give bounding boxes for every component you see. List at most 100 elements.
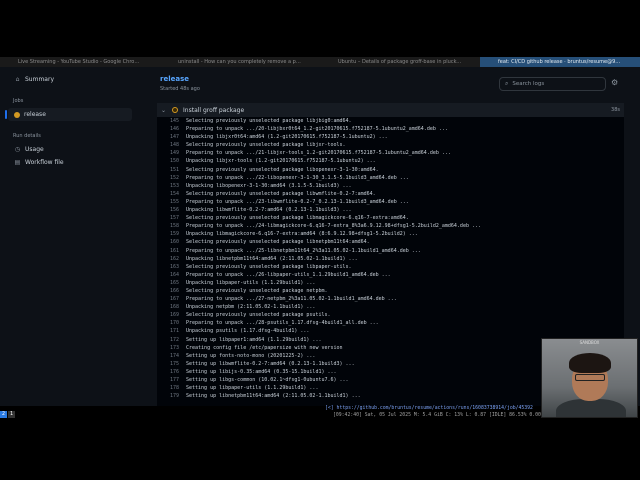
sidebar-item-release-job[interactable]: release bbox=[5, 108, 132, 121]
log-line-text: Unpacking libnetpbm11t64:amd64 (2:11.05.… bbox=[186, 255, 358, 262]
log-line-text: Setting up libijs-0.35:amd64 (0.35-15.1b… bbox=[186, 368, 337, 375]
running-icon bbox=[172, 107, 179, 113]
jobs-heading: Jobs bbox=[13, 98, 24, 104]
log-line: 149 Preparing to unpack .../21-libjxr-too… bbox=[157, 149, 624, 157]
webcam-label: SANDBOX bbox=[579, 340, 600, 345]
log-line-text: Selecting previously unselected package … bbox=[186, 239, 370, 246]
log-line-text: Preparing to unpack .../24-libmagickcore… bbox=[186, 223, 482, 230]
sidebar-item-label: Usage bbox=[25, 146, 44, 153]
step-title: Install groff package bbox=[183, 106, 245, 114]
log-line-text: Unpacking libjxr-tools (1.2-git20170615.… bbox=[186, 158, 376, 165]
log-line-number[interactable]: 150 bbox=[157, 157, 179, 165]
log-line-number[interactable]: 169 bbox=[157, 311, 179, 319]
log-line: 158 Preparing to unpack .../24-libmagickc… bbox=[157, 222, 624, 230]
log-line-text: Preparing to unpack .../23-libwmflite-0.… bbox=[186, 198, 409, 205]
log-line: 166 Selecting previously unselected packa… bbox=[157, 287, 624, 295]
log-line-number[interactable]: 151 bbox=[157, 166, 179, 174]
home-icon: ⌂ bbox=[15, 76, 20, 83]
log-line-number[interactable]: 175 bbox=[157, 360, 179, 368]
log-line-text: Selecting previously unselected package … bbox=[186, 118, 352, 124]
log-line-number[interactable]: 148 bbox=[157, 141, 179, 149]
webcam-person-glasses bbox=[575, 374, 605, 381]
sidebar-item-summary[interactable]: ⌂ Summary bbox=[8, 73, 132, 86]
log-line: 154 Selecting previously unselected packa… bbox=[157, 190, 624, 198]
log-line: 146 Preparing to unpack .../20-libjbxr0t6… bbox=[157, 125, 624, 133]
log-line: 165 Unpacking libpaper-utils (1.1.29build… bbox=[157, 279, 624, 287]
system-status: [09:42:40] Sat, 05 Jul 2025 M: 5.4 GiB C… bbox=[333, 413, 544, 418]
log-line: 156 Unpacking libwmflite-0.2-7:amd64 (0.2… bbox=[157, 206, 624, 214]
log-line-text: Selecting previously unselected package … bbox=[186, 166, 379, 173]
search-logs-input[interactable] bbox=[512, 81, 598, 87]
gear-icon[interactable]: ⚙ bbox=[611, 78, 618, 87]
log-line-text: Unpacking libjxr0t64:amd64 (1.2-git20170… bbox=[186, 134, 388, 141]
log-line-number[interactable]: 152 bbox=[157, 174, 179, 182]
log-line: 152 Preparing to unpack .../22-libopenexr… bbox=[157, 174, 624, 182]
task-youtube-studio[interactable]: Live Streaming - YouTube Studio - Google… bbox=[0, 57, 160, 67]
log-line-number[interactable]: 155 bbox=[157, 198, 179, 206]
log-line-number[interactable]: 145 bbox=[157, 117, 179, 125]
log-line-number[interactable]: 164 bbox=[157, 271, 179, 279]
log-line-text: Selecting previously unselected package … bbox=[186, 215, 409, 222]
log-line-text: Setting up libwmflite-0.2-7:amd64 (0.2.1… bbox=[186, 360, 355, 367]
window-taskbar: Live Streaming - YouTube Studio - Google… bbox=[0, 57, 640, 67]
log-line-number[interactable]: 176 bbox=[157, 368, 179, 376]
job-header: release Started 48s ago ⌕ ⚙ bbox=[160, 75, 630, 99]
log-line-number[interactable]: 170 bbox=[157, 319, 179, 327]
log-line-number[interactable]: 167 bbox=[157, 295, 179, 303]
task-askubuntu[interactable]: uninstall - How can you completely remov… bbox=[160, 57, 320, 67]
log-line-number[interactable]: 160 bbox=[157, 238, 179, 246]
log-line-number[interactable]: 172 bbox=[157, 336, 179, 344]
log-line-number[interactable]: 154 bbox=[157, 190, 179, 198]
sidebar-item-usage[interactable]: ◷ Usage bbox=[8, 143, 132, 156]
log-line-text: Selecting previously unselected package … bbox=[186, 142, 346, 149]
log-line-number[interactable]: 171 bbox=[157, 327, 179, 335]
log-line-number[interactable]: 156 bbox=[157, 206, 179, 214]
workspace-current[interactable]: 2 bbox=[0, 411, 7, 418]
run-sidebar: ⌂ Summary Jobs release Run details ◷ Usa… bbox=[5, 73, 132, 169]
log-line-text: Setting up fonts-noto-mono (20201225-2) … bbox=[186, 352, 316, 359]
log-line-number[interactable]: 174 bbox=[157, 352, 179, 360]
log-line-number[interactable]: 166 bbox=[157, 287, 179, 295]
log-line: 160 Selecting previously unselected packa… bbox=[157, 238, 624, 246]
log-line-text: Selecting previously unselected package … bbox=[186, 287, 328, 294]
log-line-number[interactable]: 153 bbox=[157, 182, 179, 190]
log-line-number[interactable]: 157 bbox=[157, 214, 179, 222]
webcam-person-body bbox=[556, 399, 626, 417]
log-line: 151 Selecting previously unselected packa… bbox=[157, 166, 624, 174]
sidebar-item-workflow-file[interactable]: ▤ Workflow file bbox=[8, 156, 132, 169]
log-line: 168 Unpacking netpbm (2:11.05.02-1.1build… bbox=[157, 303, 624, 311]
log-line-number[interactable]: 178 bbox=[157, 384, 179, 392]
log-line: 171 Unpacking psutils (1.17.dfsg-4build1)… bbox=[157, 327, 624, 335]
log-line-number[interactable]: 147 bbox=[157, 133, 179, 141]
log-line-number[interactable]: 161 bbox=[157, 247, 179, 255]
log-line-number[interactable]: 149 bbox=[157, 149, 179, 157]
task-github-actions[interactable]: feat: CI/CD github release · bruntus/res… bbox=[480, 57, 640, 67]
log-line-number[interactable]: 162 bbox=[157, 255, 179, 263]
log-line-text: Preparing to unpack .../21-libjxr-tools_… bbox=[186, 150, 451, 157]
task-ubuntu-packages[interactable]: Ubuntu – Details of package groff-base i… bbox=[320, 57, 480, 67]
log-line-number[interactable]: 177 bbox=[157, 376, 179, 384]
log-line: 147 Unpacking libjxr0t64:amd64 (1.2-git20… bbox=[157, 133, 624, 141]
webcam-overlay: SANDBOX bbox=[541, 338, 638, 418]
log-line-number[interactable]: 146 bbox=[157, 125, 179, 133]
log-line-number[interactable]: 159 bbox=[157, 230, 179, 238]
log-line-text: Unpacking libmagickcore-6.q16-7-extra:am… bbox=[186, 231, 418, 238]
log-line: 167 Preparing to unpack .../27-netpbm_2%3… bbox=[157, 295, 624, 303]
log-line-number[interactable]: 163 bbox=[157, 263, 179, 271]
log-line: 170 Preparing to unpack .../28-psutils_1.… bbox=[157, 319, 624, 327]
search-logs-box[interactable]: ⌕ bbox=[499, 77, 606, 91]
log-line-number[interactable]: 158 bbox=[157, 222, 179, 230]
log-line-number[interactable]: 173 bbox=[157, 344, 179, 352]
log-line-number[interactable]: 165 bbox=[157, 279, 179, 287]
step-header[interactable]: ⌄ Install groff package 38s bbox=[157, 103, 624, 117]
log-line: 145 Selecting previously unselected packa… bbox=[157, 117, 624, 125]
url-status: [<] https://github.com/bruntus/resume/ac… bbox=[325, 406, 533, 411]
log-line-number[interactable]: 168 bbox=[157, 303, 179, 311]
log-line: 162 Unpacking libnetpbm11t64:amd64 (2:11.… bbox=[157, 255, 624, 263]
file-icon: ▤ bbox=[14, 159, 21, 166]
log-line-number[interactable]: 179 bbox=[157, 392, 179, 400]
log-line-text: Unpacking libopenexr-3-1-30:amd64 (3.1.5… bbox=[186, 182, 352, 189]
log-line-text: Selecting previously unselected package … bbox=[186, 312, 331, 319]
log-line-text: Preparing to unpack .../28-psutils_1.17.… bbox=[186, 320, 379, 327]
workspace-other[interactable]: 1 bbox=[8, 411, 15, 418]
